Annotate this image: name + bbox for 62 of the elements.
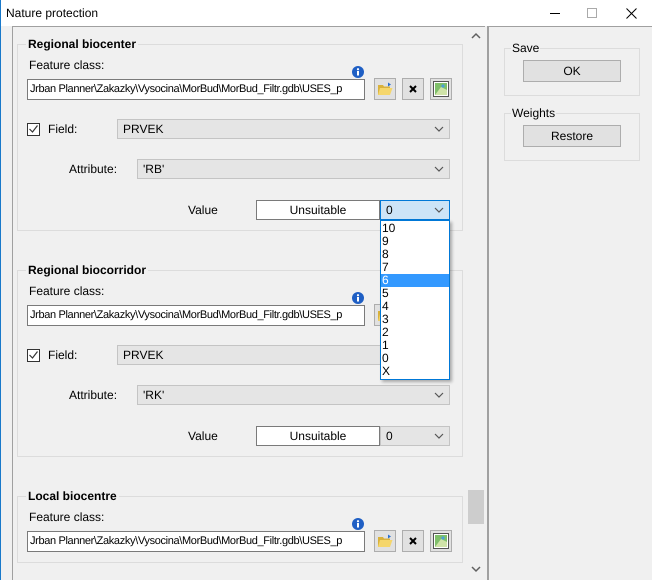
path-field[interactable]: Jrban Planner\Zakazky\Vysocina\MorBud\MorBud_Filtr.gdb\USES_p xyxy=(27,78,365,100)
checkbox[interactable] xyxy=(27,122,40,136)
dropdown-option[interactable]: 2 xyxy=(381,326,449,339)
value-label: Value xyxy=(188,202,219,219)
clear-button[interactable] xyxy=(402,530,424,552)
attribute-dropdown[interactable]: 'RK' xyxy=(137,385,450,405)
dropdown-option[interactable]: 10 xyxy=(381,222,449,235)
dropdown-option[interactable]: 5 xyxy=(381,287,449,300)
group-title: Save xyxy=(511,40,540,57)
checkmark-icon xyxy=(29,351,38,359)
suitability-field: Unsuitable xyxy=(256,426,380,446)
minimize-icon xyxy=(550,12,560,14)
value-dropdown[interactable]: 0 xyxy=(380,200,450,220)
section-title: Local biocentre xyxy=(27,488,118,505)
info-icon xyxy=(352,518,364,530)
checkmark-icon xyxy=(29,125,38,133)
map-button[interactable] xyxy=(430,78,452,100)
close-icon xyxy=(626,8,636,18)
dropdown-option[interactable]: 7 xyxy=(381,261,449,274)
chevron-down-icon xyxy=(434,166,444,172)
maximize-icon xyxy=(586,8,596,18)
field-dropdown[interactable]: PRVEK xyxy=(117,119,450,139)
checkbox[interactable] xyxy=(27,348,40,362)
map-icon xyxy=(433,81,449,97)
map-icon xyxy=(433,533,449,549)
dropdown-option[interactable]: 4 xyxy=(381,300,449,313)
info-icon xyxy=(352,292,364,304)
chevron-down-icon xyxy=(434,433,444,439)
path-field[interactable]: Jrban Planner\Zakazky\Vysocina\MorBud\MorBud_Filtr.gdb\USES_p xyxy=(27,304,365,326)
dropdown-option[interactable]: X xyxy=(381,365,449,378)
feature-class-label: Feature class: xyxy=(29,509,104,526)
field-label: Field: xyxy=(48,121,78,138)
suitability-field: Unsuitable xyxy=(256,200,380,220)
chevron-down-icon xyxy=(434,126,444,132)
attribute-dropdown[interactable]: 'RB' xyxy=(137,159,450,179)
feature-class-label: Feature class: xyxy=(29,283,104,300)
feature-class-label: Feature class: xyxy=(29,57,104,74)
section-title: Regional biocenter xyxy=(27,36,138,53)
restore-button[interactable]: Restore xyxy=(523,125,621,147)
clear-button[interactable] xyxy=(402,78,424,100)
dropdown-option[interactable]: 3 xyxy=(381,313,449,326)
value-dropdown[interactable]: 0 xyxy=(380,426,450,446)
group-title: Weights xyxy=(511,105,556,122)
attribute-label: Attribute: xyxy=(69,161,118,178)
close-icon xyxy=(409,537,417,545)
dropdown-option[interactable]: 8 xyxy=(381,248,449,261)
dropdown-option[interactable]: 9 xyxy=(381,235,449,248)
folder-icon xyxy=(377,82,393,96)
chevron-down-icon xyxy=(434,207,444,213)
close-icon xyxy=(409,85,417,93)
dropdown-option[interactable]: 0 xyxy=(381,352,449,365)
section-title: Regional biocorridor xyxy=(27,262,148,279)
ok-button[interactable]: OK xyxy=(523,60,621,82)
window-title: Nature protection xyxy=(6,5,100,22)
attribute-label: Attribute: xyxy=(69,387,118,404)
field-label: Field: xyxy=(48,347,78,364)
folder-icon xyxy=(377,534,393,548)
value-label: Value xyxy=(188,428,219,445)
chevron-down-icon xyxy=(434,392,444,398)
map-button[interactable] xyxy=(430,530,452,552)
path-field[interactable]: Jrban Planner\Zakazky\Vysocina\MorBud\MorBud_Filtr.gdb\USES_p xyxy=(27,530,365,552)
info-icon xyxy=(352,66,364,78)
